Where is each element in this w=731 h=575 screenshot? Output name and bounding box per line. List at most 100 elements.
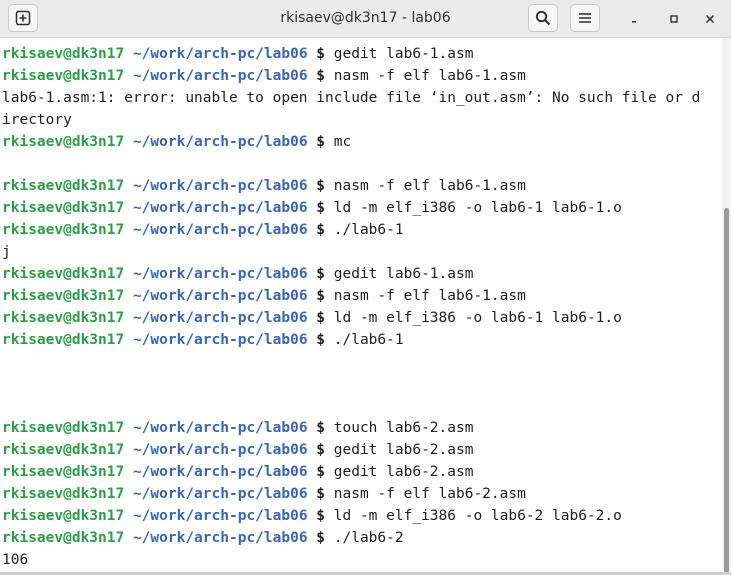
window-title: rkisaev@dk3n17 - lab06 <box>280 10 451 26</box>
prompt-path: ~/work/arch-pc/lab06 <box>132 420 308 436</box>
prompt-user: rkisaev@dk3n17 <box>2 508 125 524</box>
prompt-symbol: $ <box>316 134 326 150</box>
prompt-line: rkisaev@dk3n17 ~/work/arch-pc/lab06 $ ge… <box>2 263 722 285</box>
prompt-path: ~/work/arch-pc/lab06 <box>132 508 308 524</box>
command-text: nasm -f elf lab6-1.asm <box>333 68 526 84</box>
prompt-path: ~/work/arch-pc/lab06 <box>132 200 308 216</box>
command-text: ./lab6-1 <box>333 222 404 238</box>
prompt-line: rkisaev@dk3n17 ~/work/arch-pc/lab06 $ na… <box>2 175 722 197</box>
prompt-path: ~/work/arch-pc/lab06 <box>132 486 308 502</box>
prompt-symbol: $ <box>316 420 326 436</box>
prompt-user: rkisaev@dk3n17 <box>2 178 125 194</box>
prompt-symbol: $ <box>316 266 326 282</box>
prompt-user: rkisaev@dk3n17 <box>2 46 125 62</box>
prompt-path: ~/work/arch-pc/lab06 <box>132 530 308 546</box>
search-icon <box>535 10 551 26</box>
command-text: ./lab6-1 <box>333 332 404 348</box>
prompt-line: rkisaev@dk3n17 ~/work/arch-pc/lab06 $ ge… <box>2 461 722 483</box>
prompt-line: rkisaev@dk3n17 ~/work/arch-pc/lab06 $ ./… <box>2 329 722 351</box>
prompt-symbol: $ <box>316 442 326 458</box>
prompt-user: rkisaev@dk3n17 <box>2 310 125 326</box>
prompt-user: rkisaev@dk3n17 <box>2 442 125 458</box>
prompt-line: rkisaev@dk3n17 ~/work/arch-pc/lab06 $ ./… <box>2 219 722 241</box>
scrollbar[interactable] <box>722 38 731 575</box>
prompt-user: rkisaev@dk3n17 <box>2 288 125 304</box>
command-text: ld -m elf_i386 -o lab6-1 lab6-1.o <box>333 310 622 326</box>
prompt-user: rkisaev@dk3n17 <box>2 530 125 546</box>
prompt-user: rkisaev@dk3n17 <box>2 200 125 216</box>
prompt-symbol: $ <box>316 508 326 524</box>
output-line: j <box>2 244 11 260</box>
command-text: ld -m elf_i386 -o lab6-2 lab6-2.o <box>333 508 622 524</box>
output-line: lab6-1.asm:1: error: unable to open incl… <box>2 90 701 106</box>
prompt-user: rkisaev@dk3n17 <box>2 332 125 348</box>
command-text: ld -m elf_i386 -o lab6-1 lab6-1.o <box>333 200 622 216</box>
prompt-symbol: $ <box>316 68 326 84</box>
prompt-path: ~/work/arch-pc/lab06 <box>132 288 308 304</box>
prompt-path: ~/work/arch-pc/lab06 <box>132 222 308 238</box>
prompt-symbol: $ <box>316 288 326 304</box>
command-text: touch lab6-2.asm <box>333 420 474 436</box>
prompt-user: rkisaev@dk3n17 <box>2 464 125 480</box>
scrollbar-thumb[interactable] <box>724 208 729 573</box>
maximize-icon <box>670 15 678 23</box>
prompt-path: ~/work/arch-pc/lab06 <box>132 310 308 326</box>
prompt-line: rkisaev@dk3n17 ~/work/arch-pc/lab06 $ na… <box>2 483 722 505</box>
prompt-line: rkisaev@dk3n17 ~/work/arch-pc/lab06 $ ge… <box>2 439 722 461</box>
prompt-path: ~/work/arch-pc/lab06 <box>132 134 308 150</box>
minimize-icon <box>632 21 636 23</box>
hamburger-menu-icon <box>579 13 591 23</box>
command-text: gedit lab6-1.asm <box>333 266 474 282</box>
command-text: gedit lab6-2.asm <box>333 464 474 480</box>
prompt-symbol: $ <box>316 332 326 348</box>
prompt-symbol: $ <box>316 530 326 546</box>
prompt-symbol: $ <box>316 486 326 502</box>
prompt-user: rkisaev@dk3n17 <box>2 68 125 84</box>
minimize-button[interactable] <box>624 9 644 29</box>
prompt-symbol: $ <box>316 178 326 194</box>
prompt-path: ~/work/arch-pc/lab06 <box>132 46 308 62</box>
prompt-path: ~/work/arch-pc/lab06 <box>132 178 308 194</box>
close-icon <box>705 14 715 24</box>
command-text: gedit lab6-2.asm <box>333 442 474 458</box>
prompt-line: rkisaev@dk3n17 ~/work/arch-pc/lab06 $ ge… <box>2 43 722 65</box>
prompt-symbol: $ <box>316 464 326 480</box>
prompt-line: rkisaev@dk3n17 ~/work/arch-pc/lab06 $ ld… <box>2 197 722 219</box>
prompt-symbol: $ <box>316 200 326 216</box>
command-text: ./lab6-2 <box>333 530 404 546</box>
prompt-path: ~/work/arch-pc/lab06 <box>132 332 308 348</box>
prompt-line: rkisaev@dk3n17 ~/work/arch-pc/lab06 $ mc <box>2 131 722 153</box>
prompt-line: rkisaev@dk3n17 ~/work/arch-pc/lab06 $ na… <box>2 285 722 307</box>
close-button[interactable] <box>700 9 720 29</box>
command-text: gedit lab6-1.asm <box>333 46 474 62</box>
prompt-path: ~/work/arch-pc/lab06 <box>132 68 308 84</box>
command-text: nasm -f elf lab6-1.asm <box>333 178 526 194</box>
command-text: nasm -f elf lab6-1.asm <box>333 288 526 304</box>
prompt-path: ~/work/arch-pc/lab06 <box>132 442 308 458</box>
prompt-symbol: $ <box>316 222 326 238</box>
command-text: mc <box>333 134 352 150</box>
prompt-line: rkisaev@dk3n17 ~/work/arch-pc/lab06 $ ld… <box>2 307 722 329</box>
prompt-line: rkisaev@dk3n17 ~/work/arch-pc/lab06 $ ld… <box>2 505 722 527</box>
command-text: nasm -f elf lab6-2.asm <box>333 486 526 502</box>
menu-button[interactable] <box>570 4 600 32</box>
prompt-user: rkisaev@dk3n17 <box>2 486 125 502</box>
search-button[interactable] <box>528 4 558 32</box>
maximize-button[interactable] <box>664 9 684 29</box>
prompt-user: rkisaev@dk3n17 <box>2 222 125 238</box>
terminal-output[interactable]: rkisaev@dk3n17 ~/work/arch-pc/lab06 $ ge… <box>0 38 722 575</box>
output-line: irectory <box>2 112 72 128</box>
title-bar: rkisaev@dk3n17 - lab06 <box>0 0 731 38</box>
output-line: 106 <box>2 552 29 568</box>
prompt-line: rkisaev@dk3n17 ~/work/arch-pc/lab06 $ ./… <box>2 527 722 549</box>
prompt-path: ~/work/arch-pc/lab06 <box>132 464 308 480</box>
prompt-user: rkisaev@dk3n17 <box>2 420 125 436</box>
prompt-symbol: $ <box>316 310 326 326</box>
prompt-path: ~/work/arch-pc/lab06 <box>132 266 308 282</box>
prompt-user: rkisaev@dk3n17 <box>2 134 125 150</box>
prompt-line: rkisaev@dk3n17 ~/work/arch-pc/lab06 $ na… <box>2 65 722 87</box>
